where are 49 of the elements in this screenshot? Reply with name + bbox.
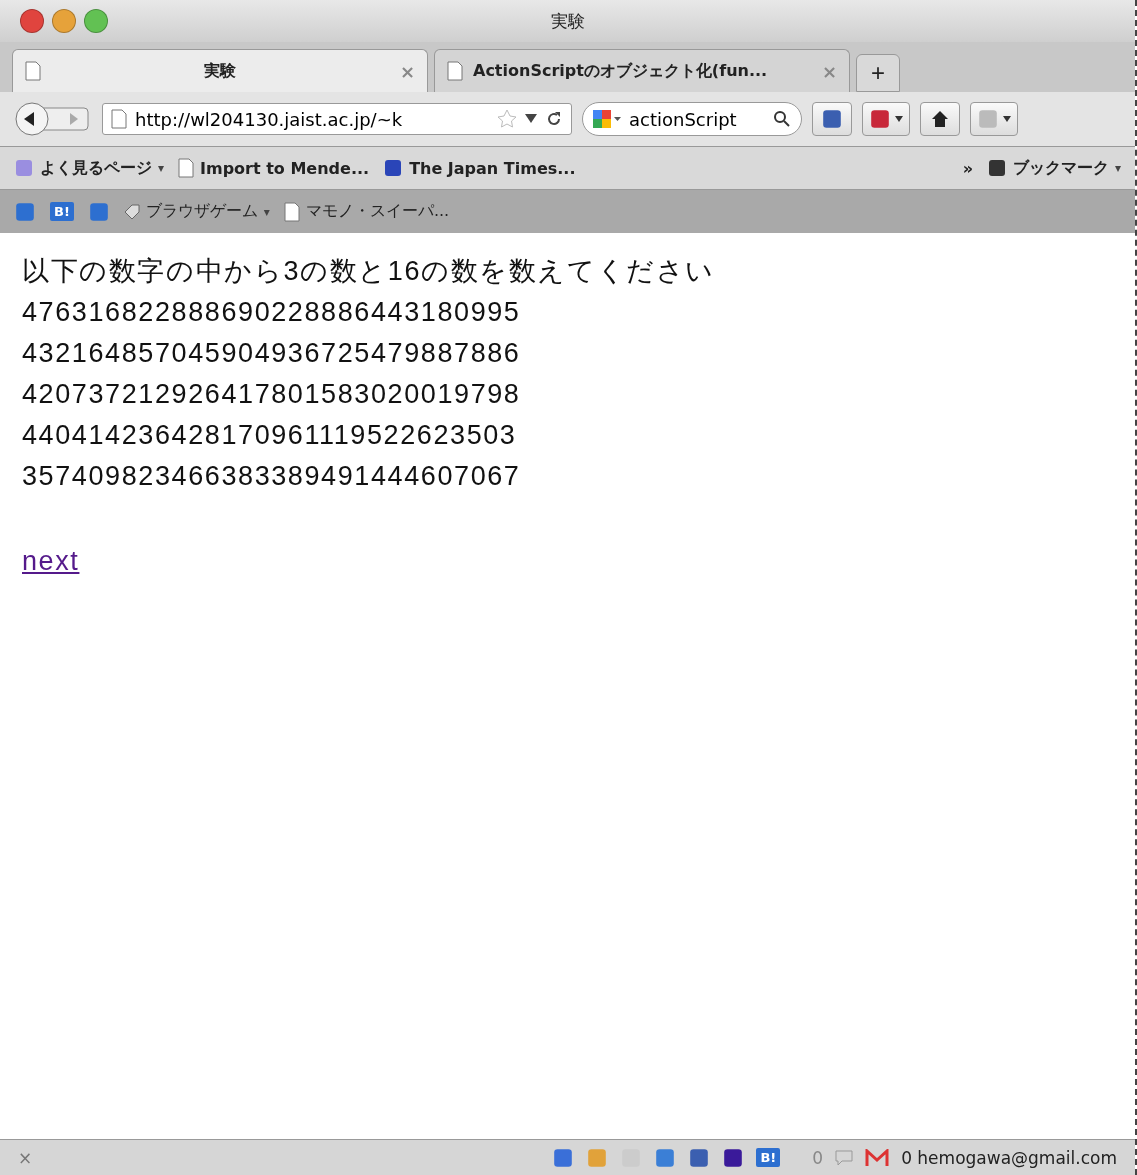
home-icon — [930, 109, 950, 129]
new-tab-button[interactable]: + — [856, 54, 900, 92]
bookmark-item[interactable]: Import to Mende... — [178, 158, 370, 178]
back-forward-buttons-icon[interactable] — [14, 101, 92, 137]
close-window-button[interactable] — [20, 9, 44, 33]
more-bookmarks-button[interactable]: » — [962, 158, 973, 178]
dropdown-arrow-icon[interactable] — [525, 114, 537, 124]
addon-button[interactable] — [812, 102, 852, 136]
search-field[interactable]: actionScript — [582, 102, 802, 136]
hatena-bookmark-button[interactable]: B! — [756, 1148, 781, 1167]
addon-button[interactable] — [970, 102, 1018, 136]
page-icon — [111, 109, 127, 129]
zoom-button[interactable] — [84, 9, 108, 33]
bookmark-item[interactable]: マモノ・スイーパ... — [283, 201, 450, 222]
search-engine-icon[interactable] — [593, 108, 623, 130]
page-icon — [178, 158, 195, 178]
number-row-text: 476316822888690228886443180995 — [22, 296, 522, 329]
reload-icon[interactable] — [545, 110, 563, 128]
addon-button[interactable] — [862, 102, 910, 136]
bookmark-item[interactable]: The Japan Times... — [383, 158, 576, 178]
dropdown-arrow-icon — [895, 116, 903, 122]
hatena-bookmark-button[interactable]: B! — [50, 202, 74, 221]
minimize-button[interactable] — [52, 9, 76, 33]
browser-tab[interactable]: ActionScriptのオブジェクト化(fun... × — [434, 49, 850, 92]
bookmark-item[interactable]: ブラウザゲーム ▾ — [123, 201, 270, 222]
mail-status[interactable]: 0 hemogawa@gmail.com — [901, 1147, 1117, 1168]
dropdown-arrow-icon — [1003, 116, 1011, 122]
tab-title: 実験 — [203, 60, 238, 82]
page-icon — [25, 61, 41, 81]
search-icon[interactable] — [773, 110, 791, 128]
home-button[interactable] — [920, 102, 960, 136]
address-field[interactable]: http://wl204130.jaist.ac.jp/~k — [102, 103, 572, 135]
number-row-text: 420737212926417801583020019798 — [22, 378, 522, 411]
next-link[interactable]: next — [22, 541, 80, 582]
bookmarks-menu[interactable]: ブックマーク ▾ — [986, 157, 1121, 179]
tag-icon — [123, 203, 140, 220]
page-icon — [447, 61, 463, 81]
mail-icon — [865, 1148, 890, 1167]
number-row-text: 432164857045904936725479887886 — [22, 337, 522, 370]
page-icon — [283, 201, 300, 222]
speech-bubble-icon — [835, 1149, 854, 1166]
tab-title: ActionScriptのオブジェクト化(fun... — [473, 60, 769, 82]
instruction-text: 以下の数字の中から3の数と16の数を数えてください — [22, 255, 717, 288]
browser-tab[interactable]: 実験 × — [12, 49, 428, 92]
message-count: 0 — [812, 1147, 824, 1168]
window-title: 実験 — [550, 9, 585, 33]
bookmark-item[interactable]: よく見るページ ▾ — [14, 157, 165, 179]
number-row-text: 440414236428170961119522623503 — [22, 419, 518, 452]
number-row-text: 357409823466383389491444607067 — [22, 460, 522, 493]
